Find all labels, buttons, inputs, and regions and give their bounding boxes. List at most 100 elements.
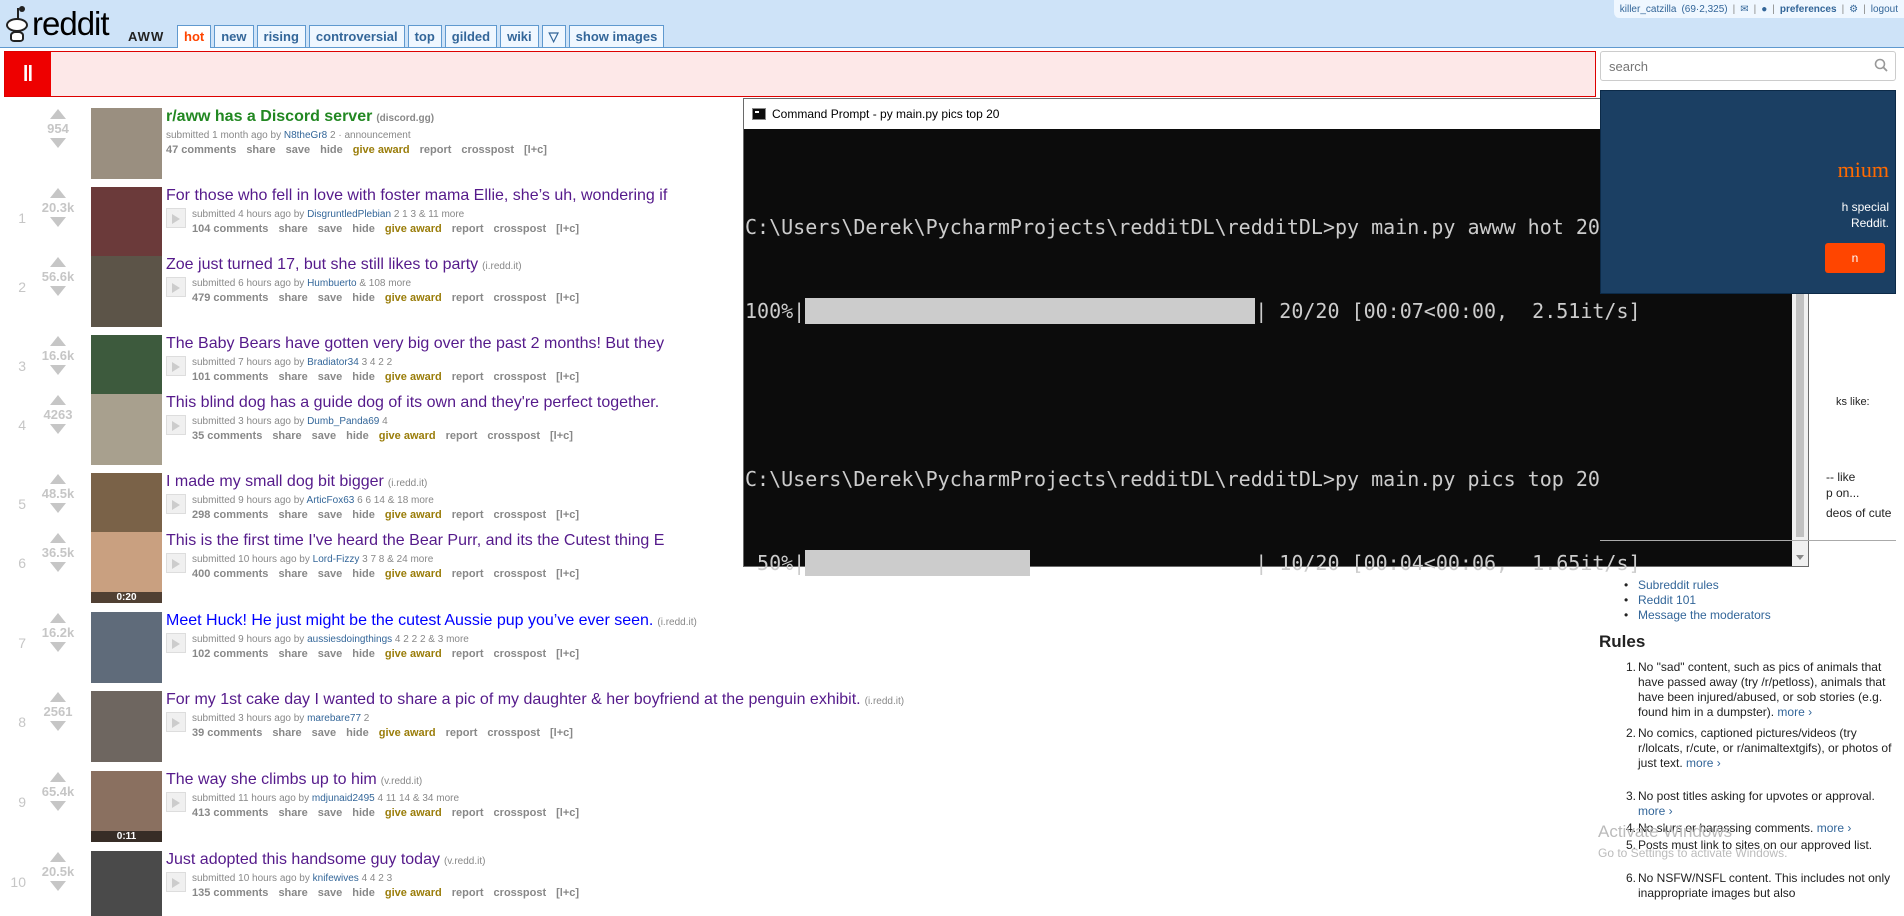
crosspost-button[interactable]: crosspost: [494, 648, 547, 660]
comments-link[interactable]: 39 comments: [192, 727, 262, 739]
upvote-arrow-icon[interactable]: [50, 533, 66, 543]
search-input[interactable]: [1600, 51, 1896, 81]
crosspost-button[interactable]: crosspost: [461, 144, 514, 156]
report-button[interactable]: report: [452, 223, 484, 235]
crosspost-button[interactable]: crosspost: [494, 292, 547, 304]
comments-link[interactable]: 104 comments: [192, 223, 268, 235]
post-author[interactable]: Bradiator34: [307, 357, 359, 368]
expando-button[interactable]: [166, 208, 186, 228]
crosspost-button[interactable]: crosspost: [494, 371, 547, 383]
downvote-arrow-icon[interactable]: [50, 642, 66, 652]
lc-button[interactable]: [l+c]: [524, 144, 547, 156]
expando-button[interactable]: [166, 277, 186, 297]
report-button[interactable]: report: [446, 727, 478, 739]
post-author[interactable]: N8theGr8: [284, 130, 327, 141]
hide-button[interactable]: hide: [320, 144, 343, 156]
give-award-button[interactable]: give award: [379, 727, 436, 739]
logout-link[interactable]: logout: [1871, 4, 1898, 15]
post-domain[interactable]: (discord.gg): [376, 113, 434, 124]
hide-button[interactable]: hide: [352, 292, 375, 304]
save-button[interactable]: save: [318, 223, 342, 235]
expando-button[interactable]: [166, 872, 186, 892]
hide-button[interactable]: hide: [352, 887, 375, 899]
post-thumbnail[interactable]: [91, 612, 162, 683]
comments-link[interactable]: 413 comments: [192, 807, 268, 819]
share-button[interactable]: share: [272, 430, 301, 442]
upvote-arrow-icon[interactable]: [50, 109, 66, 119]
post-domain[interactable]: (i.redd.it): [388, 478, 427, 489]
report-button[interactable]: report: [452, 648, 484, 660]
upvote-arrow-icon[interactable]: [50, 613, 66, 623]
report-button[interactable]: report: [446, 430, 478, 442]
report-button[interactable]: report: [452, 292, 484, 304]
give-award-button[interactable]: give award: [385, 509, 442, 521]
mail-icon[interactable]: ✉: [1740, 4, 1748, 15]
lc-button[interactable]: [l+c]: [550, 430, 573, 442]
tab-top[interactable]: top: [407, 25, 442, 47]
hide-button[interactable]: hide: [352, 509, 375, 521]
upvote-arrow-icon[interactable]: [50, 692, 66, 702]
upvote-arrow-icon[interactable]: [50, 852, 66, 862]
give-award-button[interactable]: give award: [385, 223, 442, 235]
post-title[interactable]: Zoe just turned 17, but she still likes …: [166, 256, 522, 274]
upvote-arrow-icon[interactable]: [50, 336, 66, 346]
downvote-arrow-icon[interactable]: [50, 424, 66, 434]
downvote-arrow-icon[interactable]: [50, 138, 66, 148]
post-thumbnail[interactable]: [91, 691, 162, 762]
post-domain[interactable]: (i.redd.it): [657, 617, 696, 628]
hide-button[interactable]: hide: [346, 727, 369, 739]
comments-link[interactable]: 479 comments: [192, 292, 268, 304]
upvote-arrow-icon[interactable]: [50, 772, 66, 782]
give-award-button[interactable]: give award: [379, 430, 436, 442]
crosspost-button[interactable]: crosspost: [494, 509, 547, 521]
crosspost-button[interactable]: crosspost: [494, 887, 547, 899]
post-thumbnail[interactable]: 0:11: [91, 771, 162, 842]
give-award-button[interactable]: give award: [353, 144, 410, 156]
post-author[interactable]: aussiesdoingthings: [307, 634, 392, 645]
expando-button[interactable]: [166, 712, 186, 732]
downvote-arrow-icon[interactable]: [50, 217, 66, 227]
upvote-arrow-icon[interactable]: [50, 395, 66, 405]
give-award-button[interactable]: give award: [385, 568, 442, 580]
comments-link[interactable]: 102 comments: [192, 648, 268, 660]
post-author[interactable]: Humbuerto: [307, 278, 356, 289]
quick-link-reddit101[interactable]: Reddit 101: [1624, 593, 1696, 607]
username[interactable]: killer_catzilla: [1620, 4, 1677, 15]
hide-button[interactable]: hide: [352, 648, 375, 660]
post-title[interactable]: I made my small dog bit bigger (i.redd.it…: [166, 473, 427, 491]
save-button[interactable]: save: [318, 292, 342, 304]
lc-button[interactable]: [l+c]: [556, 509, 579, 521]
save-button[interactable]: save: [312, 430, 336, 442]
tab-controversial[interactable]: controversial: [308, 25, 405, 47]
filter-icon[interactable]: ▽: [541, 25, 566, 47]
crosspost-button[interactable]: crosspost: [494, 807, 547, 819]
post-title[interactable]: For those who fell in love with foster m…: [166, 187, 671, 205]
expando-button[interactable]: [166, 792, 186, 812]
expando-button[interactable]: [166, 415, 186, 435]
report-button[interactable]: report: [452, 509, 484, 521]
tab-hot[interactable]: hot: [177, 25, 212, 48]
tab-show-images[interactable]: show images: [568, 25, 665, 47]
report-button[interactable]: report: [452, 887, 484, 899]
hide-button[interactable]: hide: [346, 430, 369, 442]
post-title[interactable]: The Baby Bears have gotten very big over…: [166, 335, 668, 353]
post-title[interactable]: For my 1st cake day I wanted to share a …: [166, 691, 904, 709]
post-thumbnail[interactable]: [91, 187, 162, 258]
post-domain[interactable]: (v.redd.it): [381, 776, 423, 787]
save-button[interactable]: save: [286, 144, 310, 156]
share-button[interactable]: share: [246, 144, 275, 156]
comments-link[interactable]: 35 comments: [192, 430, 262, 442]
save-button[interactable]: save: [318, 807, 342, 819]
report-button[interactable]: report: [452, 568, 484, 580]
post-author[interactable]: marebare77: [307, 713, 361, 724]
crosspost-button[interactable]: crosspost: [487, 430, 540, 442]
tab-gilded[interactable]: gilded: [444, 25, 498, 47]
give-award-button[interactable]: give award: [385, 371, 442, 383]
share-button[interactable]: share: [278, 648, 307, 660]
crosspost-button[interactable]: crosspost: [494, 223, 547, 235]
premium-ad[interactable]: mium h special Reddit. n: [1600, 90, 1896, 294]
expando-button[interactable]: [166, 553, 186, 573]
give-award-button[interactable]: give award: [385, 887, 442, 899]
preferences-link[interactable]: preferences: [1780, 4, 1837, 15]
post-title[interactable]: Meet Huck! He just might be the cutest A…: [166, 612, 697, 630]
